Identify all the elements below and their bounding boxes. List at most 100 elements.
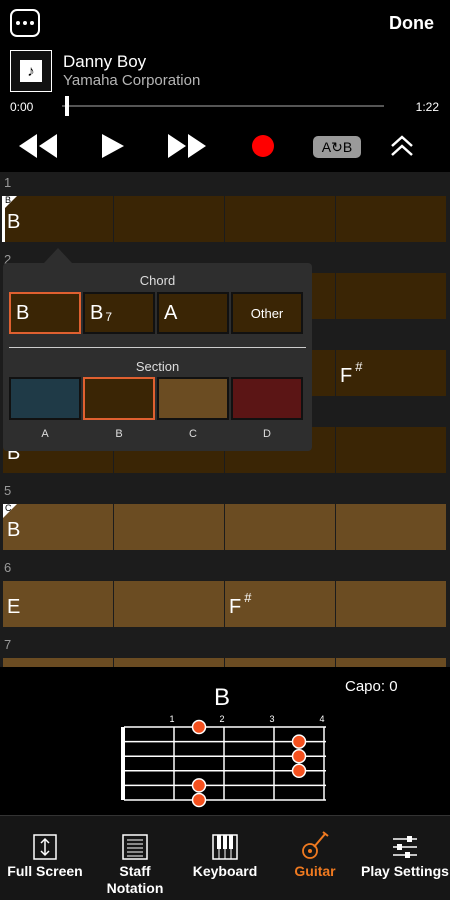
bar-number: 5	[4, 483, 12, 498]
nav-play-settings[interactable]: Play Settings	[360, 820, 450, 898]
beat-cell[interactable]: CB	[3, 503, 113, 550]
nav-label: Guitar	[294, 863, 336, 879]
section-option-d[interactable]	[231, 377, 303, 420]
finger-dot	[291, 763, 307, 779]
section-option-label: B	[115, 428, 123, 440]
beat-cell[interactable]	[3, 658, 113, 667]
fret-number: 3	[269, 714, 274, 724]
capo-label[interactable]: Capo: 0	[345, 678, 398, 695]
beat-cell[interactable]	[225, 196, 335, 242]
fast-forward-button[interactable]	[167, 130, 207, 162]
beat-cell[interactable]	[225, 504, 335, 550]
elapsed-time: 0:00	[10, 100, 34, 114]
nav-full-screen[interactable]: Full Screen	[0, 820, 90, 898]
chord-section-popover: Chord Section B B 7 A Other A B C D	[3, 263, 312, 451]
collapse-button[interactable]	[390, 130, 414, 162]
beat-cell[interactable]	[114, 658, 224, 667]
rewind-icon	[19, 134, 57, 158]
staff-notation-icon	[122, 820, 148, 860]
beat-cell[interactable]	[336, 427, 446, 473]
seek-bar[interactable]	[62, 105, 384, 107]
section-option-c[interactable]	[157, 377, 229, 420]
finger-dot	[191, 719, 207, 735]
beat-cell[interactable]: F #	[336, 350, 446, 396]
finger-dot	[291, 748, 307, 764]
section-option-label: A	[41, 428, 49, 440]
nav-label: Keyboard	[192, 863, 258, 879]
nav-keyboard[interactable]: Keyboard	[180, 820, 270, 898]
chord-label: F #	[340, 359, 363, 387]
chord-label: F #	[229, 590, 252, 618]
nav-label: Staff Notation	[106, 863, 164, 896]
chord-option-root: B	[90, 301, 104, 324]
beat-cell[interactable]	[114, 581, 224, 627]
section-marker-label: B	[5, 195, 12, 205]
beat-cell[interactable]	[114, 504, 224, 550]
beat-cell[interactable]: F #	[225, 581, 335, 627]
rewind-button[interactable]	[18, 130, 58, 162]
section-marker-label: C	[5, 503, 12, 513]
fret-number: 4	[319, 714, 324, 724]
popover-arrow	[44, 248, 72, 263]
section-option-b[interactable]	[83, 377, 155, 420]
beat-cell[interactable]	[225, 658, 335, 667]
play-button[interactable]	[100, 130, 126, 162]
nav-label: Full Screen	[7, 863, 83, 879]
beat-cell[interactable]	[336, 273, 446, 319]
chord-option-root: A	[164, 301, 178, 324]
seek-handle[interactable]	[65, 96, 70, 116]
bar-number: 1	[4, 175, 12, 190]
chord-label: B	[7, 519, 21, 541]
record-icon	[252, 135, 274, 157]
section-option-a[interactable]	[9, 377, 81, 420]
done-button[interactable]: Done	[389, 13, 434, 34]
finger-dot	[191, 778, 207, 793]
beat-cell[interactable]: BB	[3, 195, 113, 242]
guitar-nut	[121, 727, 125, 800]
song-title: Danny Boy	[63, 52, 147, 71]
bar-number: 6	[4, 560, 12, 575]
fast-forward-icon	[168, 134, 206, 158]
fret-number: 1	[169, 714, 174, 724]
beat-cell[interactable]: E	[3, 581, 113, 627]
bar-number: 7	[4, 637, 12, 652]
beat-cell[interactable]	[336, 196, 446, 242]
play-settings-icon	[391, 820, 419, 860]
guitar-icon	[301, 820, 329, 860]
record-button[interactable]	[251, 130, 275, 162]
double-chevron-up-icon	[391, 135, 413, 156]
chord-diagram-name: B	[214, 684, 231, 711]
nav-guitar[interactable]: Guitar	[270, 820, 360, 898]
ab-repeat-button[interactable]: A↻B	[313, 136, 361, 158]
full-screen-icon	[33, 820, 57, 860]
nav-staff-notation[interactable]: Staff Notation	[90, 820, 180, 898]
more-options-button[interactable]	[10, 9, 40, 37]
popover-divider	[9, 347, 306, 348]
beat-cell[interactable]	[336, 504, 446, 550]
section-option-label: C	[189, 428, 197, 440]
guitar-chord-diagram: 1 2 3 4	[121, 714, 326, 808]
song-thumbnail: ♪	[10, 50, 52, 92]
chord-option[interactable]: B	[9, 292, 81, 334]
chord-option[interactable]: B7	[83, 292, 155, 334]
beat-cell[interactable]	[114, 196, 224, 242]
transport-bar	[0, 120, 450, 172]
nav-label: Play Settings	[361, 863, 449, 879]
total-time: 1:22	[415, 100, 439, 114]
song-artist: Yamaha Corporation	[63, 72, 201, 89]
section-option-label: D	[263, 428, 271, 440]
finger-dot	[191, 792, 207, 808]
chord-option-other[interactable]: Other	[231, 292, 303, 334]
top-bar: Done	[0, 0, 450, 47]
beat-cell[interactable]	[336, 658, 446, 667]
chord-label: B	[7, 211, 21, 233]
section-heading: Section	[135, 359, 180, 374]
chord-option-root: Other	[250, 305, 284, 321]
chord-option[interactable]: A	[157, 292, 229, 334]
play-icon	[102, 134, 124, 158]
playback-cursor	[2, 196, 5, 242]
chord-option-root: B	[16, 301, 30, 324]
beat-cell[interactable]	[336, 581, 446, 627]
music-note-icon: ♪	[20, 60, 42, 82]
finger-dot	[291, 734, 307, 749]
